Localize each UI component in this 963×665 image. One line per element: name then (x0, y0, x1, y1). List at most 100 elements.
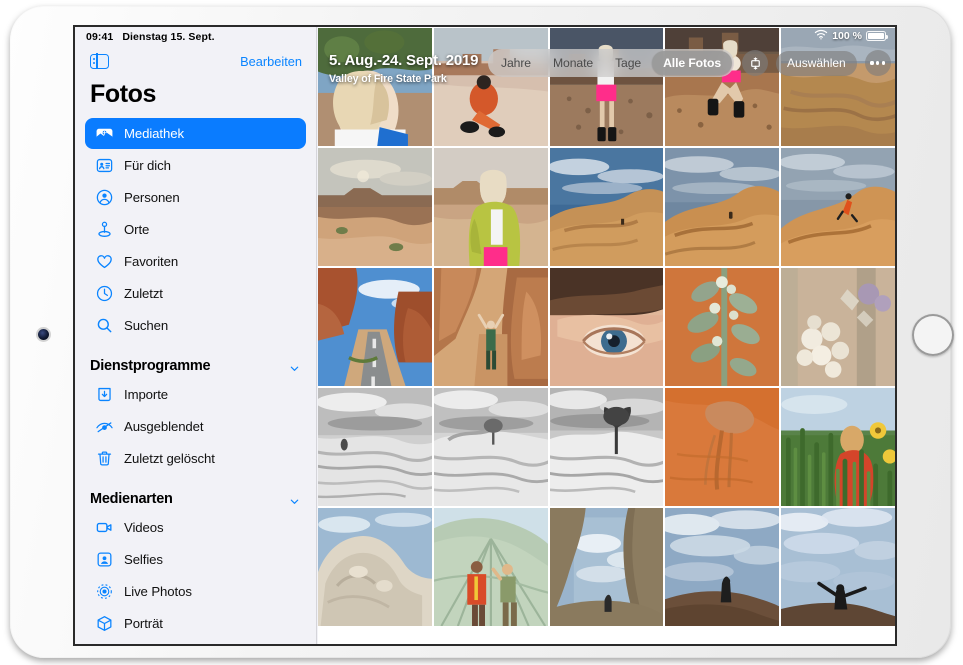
sidebar-item-videos[interactable]: Videos (85, 512, 306, 543)
eye-slash-icon (93, 416, 115, 438)
photo-thumbnail[interactable] (665, 508, 779, 626)
sidebar-item-portraet[interactable]: Porträt (85, 608, 306, 639)
photo-thumbnail[interactable] (665, 148, 779, 266)
tab-alle-fotos[interactable]: Alle Fotos (652, 51, 732, 75)
status-bar: 09:41 Dienstag 15. Sept. (75, 27, 316, 46)
status-bar-right: 100 % (814, 29, 886, 43)
photo-thumbnail[interactable] (550, 268, 664, 386)
sidebar-item-suchen[interactable]: Suchen (85, 310, 306, 341)
sidebar-dienstprogramme-list: Importe Ausgeblendet (75, 379, 316, 474)
sidebar-item-label: Videos (124, 520, 163, 535)
photo-grid-pane: 5. Aug.-24. Sept. 2019 Valley of Fire St… (318, 27, 895, 644)
sidebar-item-favoriten[interactable]: Favoriten (85, 246, 306, 277)
sidebar-item-zuletzt-geloescht[interactable]: Zuletzt gelöscht (85, 443, 306, 474)
home-button[interactable] (912, 314, 954, 356)
sidebar-item-label: Porträt (124, 616, 163, 631)
sidebar-item-personen[interactable]: Personen (85, 182, 306, 213)
sidebar-item-label: Ausgeblendet (124, 419, 203, 434)
trash-icon (93, 448, 115, 470)
sidebar-item-label: Live Photos (124, 584, 192, 599)
live-photo-icon (93, 581, 115, 603)
sidebar-item-label: Favoriten (124, 254, 178, 269)
sidebar-item-label: Für dich (124, 158, 171, 173)
sidebar-item-label: Zuletzt (124, 286, 163, 301)
video-camera-icon (93, 517, 115, 539)
sidebar-item-mediathek[interactable]: Mediathek (85, 118, 306, 149)
sidebar-item-label: Personen (124, 190, 180, 205)
for-you-icon (93, 155, 115, 177)
photo-thumbnail[interactable] (434, 388, 548, 506)
sidebar-item-ausgeblendet[interactable]: Ausgeblendet (85, 411, 306, 442)
sidebar-item-label: Mediathek (124, 126, 184, 141)
photo-thumbnail[interactable] (781, 388, 895, 506)
tab-monate[interactable]: Monate (542, 51, 604, 75)
sidebar-group-dienstprogramme[interactable]: Dienstprogramme (75, 342, 316, 379)
sidebar: 09:41 Dienstag 15. Sept. Bearbeiten Foto… (75, 27, 317, 644)
photo-grid (318, 27, 895, 644)
ellipsis-icon[interactable] (865, 50, 891, 76)
battery-percent-label: 100 % (832, 30, 862, 42)
sidebar-item-label: Zuletzt gelöscht (124, 451, 215, 466)
photo-thumbnail[interactable] (434, 28, 548, 146)
photo-thumbnail[interactable] (318, 268, 432, 386)
photo-thumbnail[interactable] (550, 148, 664, 266)
photo-thumbnail[interactable] (665, 28, 779, 146)
sidebar-group-title: Medienarten (90, 491, 173, 507)
tab-tage[interactable]: Tage (604, 51, 652, 75)
wifi-icon (814, 29, 828, 43)
photo-thumbnail[interactable] (550, 508, 664, 626)
photo-thumbnail[interactable] (318, 388, 432, 506)
status-bar-date: Dienstag 15. Sept. (122, 31, 214, 43)
photo-thumbnail[interactable] (434, 268, 548, 386)
sidebar-item-zuletzt[interactable]: Zuletzt (85, 278, 306, 309)
photo-thumbnail[interactable] (781, 508, 895, 626)
tab-jahre[interactable]: Jahre (490, 51, 542, 75)
sidebar-group-medienarten[interactable]: Medienarten (75, 475, 316, 512)
sidebar-item-label: Importe (124, 387, 168, 402)
photo-thumbnail[interactable] (550, 388, 664, 506)
people-icon (93, 187, 115, 209)
photo-thumbnail[interactable] (665, 388, 779, 506)
sidebar-item-selfies[interactable]: Selfies (85, 544, 306, 575)
battery-full-icon (866, 31, 886, 41)
chevron-down-icon[interactable] (289, 361, 300, 372)
aspect-ratio-icon[interactable] (742, 50, 768, 76)
edit-button[interactable]: Bearbeiten (240, 54, 302, 69)
sidebar-toggle-icon[interactable] (90, 54, 109, 69)
sidebar-main-list: Mediathek Für dich (75, 118, 316, 341)
sidebar-item-orte[interactable]: Orte (85, 214, 306, 245)
photo-thumbnail[interactable] (434, 148, 548, 266)
front-camera-icon (38, 329, 49, 340)
timeline-segmented-control[interactable]: Jahre Monate Tage Alle Fotos (488, 49, 734, 77)
sidebar-item-label: Orte (124, 222, 149, 237)
ipad-device: 09:41 Dienstag 15. Sept. Bearbeiten Foto… (10, 6, 951, 658)
photo-thumbnail[interactable] (318, 28, 432, 146)
page-title: Fotos (75, 76, 316, 118)
sidebar-item-label: Suchen (124, 318, 168, 333)
search-icon (93, 315, 115, 337)
sidebar-medienarten-list: Videos Selfies (75, 512, 316, 639)
photo-thumbnail[interactable] (318, 148, 432, 266)
photo-thumbnail[interactable] (781, 148, 895, 266)
photo-thumbnail[interactable] (781, 28, 895, 146)
sidebar-item-importe[interactable]: Importe (85, 379, 306, 410)
select-button[interactable]: Auswählen (776, 51, 857, 76)
sidebar-item-label: Selfies (124, 552, 163, 567)
chevron-down-icon[interactable] (289, 494, 300, 505)
photo-thumbnail[interactable] (665, 268, 779, 386)
sidebar-item-fuer-dich[interactable]: Für dich (85, 150, 306, 181)
photo-thumbnail[interactable] (550, 28, 664, 146)
sidebar-topbar: Bearbeiten (75, 46, 316, 76)
status-bar-time: 09:41 (86, 31, 113, 43)
places-pin-icon (93, 219, 115, 241)
photo-thumbnail[interactable] (434, 508, 548, 626)
ipad-screen: 09:41 Dienstag 15. Sept. Bearbeiten Foto… (75, 27, 895, 644)
clock-icon (93, 283, 115, 305)
photo-thumbnail[interactable] (318, 508, 432, 626)
sidebar-item-live-photos[interactable]: Live Photos (85, 576, 306, 607)
photo-thumbnail[interactable] (781, 268, 895, 386)
photos-library-icon (93, 123, 115, 145)
photos-toolbar: Jahre Monate Tage Alle Fotos Auswählen (488, 49, 887, 77)
sidebar-group-title: Dienstprogramme (90, 358, 210, 374)
selfie-icon (93, 549, 115, 571)
